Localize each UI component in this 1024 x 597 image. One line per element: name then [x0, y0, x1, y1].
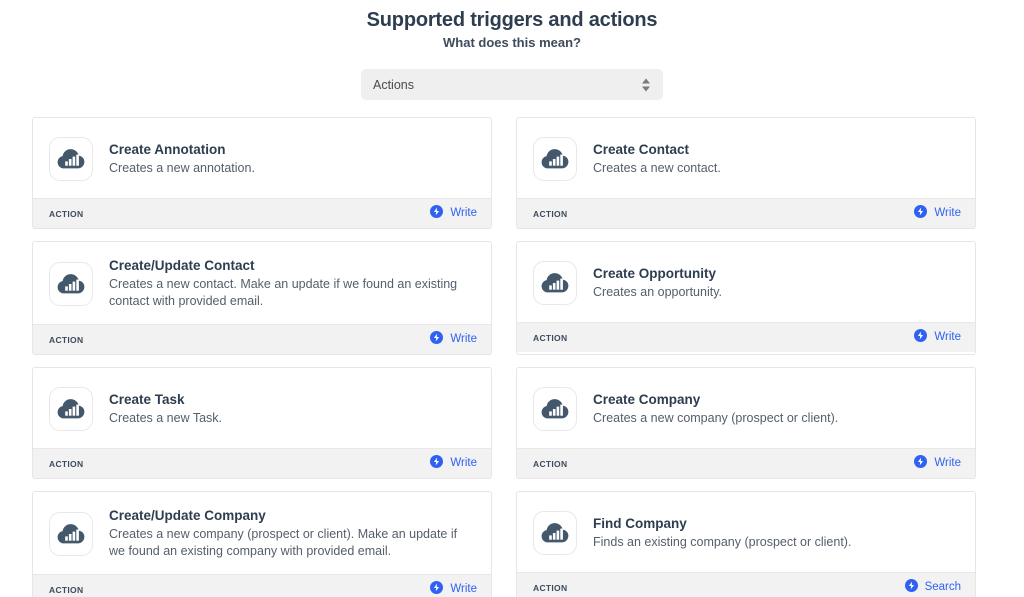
action-card-action-label: Write: [450, 583, 477, 595]
action-card[interactable]: Create Task Creates a new Task. ACTION W…: [32, 367, 492, 479]
action-card-type-badge: ACTION: [533, 332, 568, 343]
cloud-chart-icon: [49, 386, 93, 431]
action-card-description: Creates a new company (prospect or clien…: [109, 527, 458, 558]
action-card-type-badge: ACTION: [533, 458, 568, 469]
action-card-type-badge: ACTION: [49, 584, 84, 595]
action-card-title: Create Contact: [593, 141, 690, 157]
action-card-body: Create/Update Contact Creates a new cont…: [33, 242, 491, 324]
action-card[interactable]: Find Company Finds an existing company (…: [516, 491, 976, 597]
action-card-footer: ACTION Write: [33, 574, 491, 597]
action-card-action-label: Write: [934, 331, 961, 343]
action-card-body: Create/Update Company Creates a new comp…: [33, 492, 491, 574]
action-card-type-badge: ACTION: [533, 582, 568, 593]
bolt-circle-icon: [430, 204, 444, 223]
action-card-footer: ACTION Write: [517, 322, 975, 352]
action-card-description: Creates a new contact. Make an update if…: [109, 277, 458, 308]
action-card-title: Create Task: [109, 391, 185, 407]
cloud-chart-icon: [49, 136, 93, 181]
action-card-footer: ACTION Search: [517, 572, 975, 597]
action-card-footer: ACTION Write: [33, 448, 491, 478]
chevron-updown-icon: [642, 78, 650, 91]
action-card-body: Find Company Finds an existing company (…: [517, 492, 975, 572]
action-card-title: Create Company: [593, 391, 701, 407]
action-card-text: Create Annotation Creates a new annotati…: [109, 141, 255, 177]
supported-triggers-and-actions-page: Supported triggers and actions What does…: [0, 0, 1024, 597]
action-card-title: Find Company: [593, 515, 687, 531]
bolt-circle-icon: [430, 330, 444, 349]
filter-row: Actions: [0, 69, 1024, 100]
action-card-action-label: Write: [934, 457, 961, 469]
action-card-action[interactable]: Write: [914, 454, 961, 473]
action-card-body: Create Task Creates a new Task.: [33, 368, 491, 448]
cloud-chart-icon: [533, 260, 577, 305]
action-card-title: Create Annotation: [109, 141, 226, 157]
action-card[interactable]: Create/Update Contact Creates a new cont…: [32, 241, 492, 355]
cloud-chart-icon: [533, 510, 577, 555]
cloud-chart-icon: [49, 261, 93, 306]
action-card-footer: ACTION Write: [517, 448, 975, 478]
action-card[interactable]: Create Opportunity Creates an opportunit…: [516, 241, 976, 355]
action-card-title: Create/Update Company: [109, 508, 266, 523]
action-card-description: Creates a new company (prospect or clien…: [593, 410, 839, 425]
action-card-text: Create/Update Company Creates a new comp…: [109, 507, 469, 560]
action-card[interactable]: Create Contact Creates a new contact. AC…: [516, 117, 976, 229]
bolt-circle-icon: [430, 454, 444, 473]
action-card-action[interactable]: Write: [430, 580, 477, 597]
action-card-body: Create Opportunity Creates an opportunit…: [517, 242, 975, 322]
action-card[interactable]: Create Company Creates a new company (pr…: [516, 367, 976, 479]
cloud-chart-icon: [533, 386, 577, 431]
page-title: Supported triggers and actions: [366, 9, 658, 31]
action-card-description: Creates a new contact.: [593, 160, 721, 175]
bolt-circle-icon: [430, 580, 444, 597]
action-card-description: Finds an existing company (prospect or c…: [593, 534, 852, 549]
cloud-chart-icon: [49, 511, 93, 556]
bolt-circle-icon: [904, 578, 918, 597]
bolt-circle-icon: [914, 204, 928, 223]
action-card-footer: ACTION Write: [33, 324, 491, 354]
action-card-type-badge: ACTION: [49, 334, 84, 345]
action-card-body: Create Contact Creates a new contact.: [517, 118, 975, 198]
page-header: Supported triggers and actions What does…: [0, 0, 1024, 51]
action-card-action-label: Write: [450, 333, 477, 345]
action-card-body: Create Company Creates a new company (pr…: [517, 368, 975, 448]
action-card-footer: ACTION Write: [517, 198, 975, 228]
action-card-action[interactable]: Write: [430, 204, 477, 223]
action-card-type-badge: ACTION: [533, 208, 568, 219]
action-card-text: Find Company Finds an existing company (…: [593, 515, 851, 551]
action-card-action[interactable]: Write: [914, 204, 961, 223]
page-subtitle: What does this mean?: [443, 35, 581, 50]
action-card[interactable]: Create/Update Company Creates a new comp…: [32, 491, 492, 597]
action-card-description: Creates a new Task.: [109, 410, 223, 425]
action-card-text: Create Company Creates a new company (pr…: [593, 391, 838, 427]
action-card-action[interactable]: Write: [430, 330, 477, 349]
action-card-text: Create Opportunity Creates an opportunit…: [593, 265, 722, 301]
action-card-text: Create Contact Creates a new contact.: [593, 141, 721, 177]
action-card-action-label: Search: [924, 581, 961, 593]
type-filter-value: Actions: [373, 77, 414, 92]
action-card-type-badge: ACTION: [49, 458, 84, 469]
type-filter-select[interactable]: Actions: [361, 69, 663, 100]
action-card-type-badge: ACTION: [49, 208, 84, 219]
action-card-action[interactable]: Search: [904, 578, 961, 597]
action-card-text: Create Task Creates a new Task.: [109, 391, 222, 427]
action-card-title: Create Opportunity: [593, 265, 717, 281]
action-card[interactable]: Create Annotation Creates a new annotati…: [32, 117, 492, 229]
action-card-text: Create/Update Contact Creates a new cont…: [109, 257, 469, 310]
cards-grid: Create Annotation Creates a new annotati…: [32, 117, 992, 597]
cloud-chart-icon: [533, 136, 577, 181]
action-card-action-label: Write: [450, 457, 477, 469]
action-card-action[interactable]: Write: [914, 328, 961, 347]
action-card-title: Create/Update Contact: [109, 258, 255, 273]
action-card-body: Create Annotation Creates a new annotati…: [33, 118, 491, 198]
action-card-action-label: Write: [934, 207, 961, 219]
action-card-action[interactable]: Write: [430, 454, 477, 473]
action-card-description: Creates an opportunity.: [593, 284, 723, 299]
bolt-circle-icon: [914, 454, 928, 473]
action-card-description: Creates a new annotation.: [109, 160, 255, 175]
action-card-footer: ACTION Write: [33, 198, 491, 228]
bolt-circle-icon: [914, 328, 928, 347]
action-card-action-label: Write: [450, 207, 477, 219]
